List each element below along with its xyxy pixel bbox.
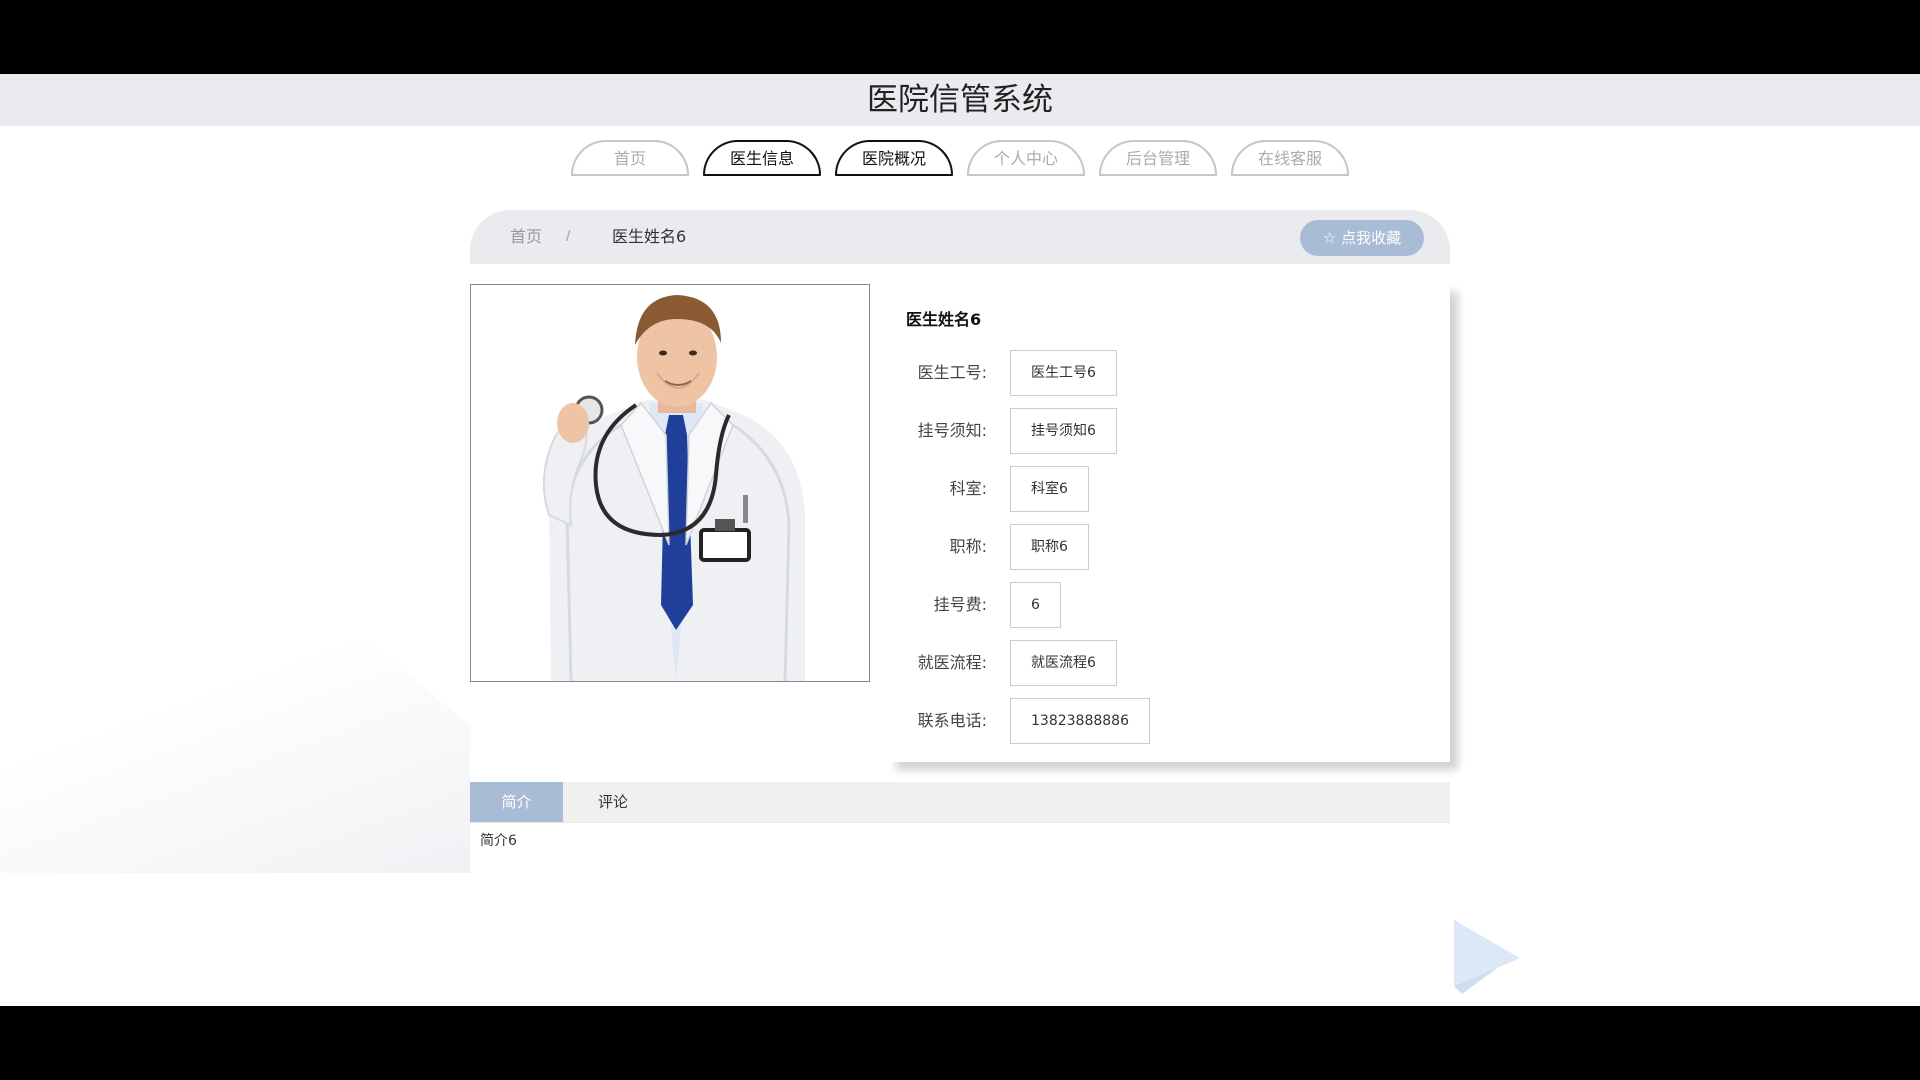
- tab-header: 简介 评论: [470, 782, 1450, 823]
- breadcrumb-current: 医生姓名6: [612, 227, 687, 246]
- nav-item-hospital-overview[interactable]: 医院概况: [835, 140, 953, 176]
- field-label: 挂号须知:: [917, 421, 987, 440]
- doctor-name: 医生姓名6: [906, 310, 982, 329]
- nav-item-personal-center[interactable]: 个人中心: [967, 140, 1085, 176]
- site-title: 医院信管系统: [867, 82, 1053, 118]
- field-row-phone: 联系电话: 13823888886: [888, 698, 1428, 744]
- field-row-doctor-id: 医生工号: 医生工号6: [888, 350, 1428, 396]
- main-nav: 首页 医生信息 医院概况 个人中心 后台管理 在线客服: [0, 140, 1920, 176]
- watermark-logo-icon: [1454, 920, 1520, 994]
- field-row-title: 职称: 职称6: [888, 524, 1428, 570]
- field-row-registration-fee: 挂号费: 6: [888, 582, 1428, 628]
- field-label: 科室:: [949, 479, 987, 498]
- doctor-info-card: 医生姓名6 医生工号: 医生工号6 挂号须知: 挂号须知6 科室: 科室6 职称…: [888, 284, 1450, 762]
- doctor-illustration: [471, 285, 869, 681]
- field-value: 13823888886: [1010, 698, 1150, 744]
- breadcrumb-home[interactable]: 首页: [510, 210, 542, 264]
- page: 医院信管系统 首页 医生信息 医院概况 个人中心 后台管理 在线客服 首页 / …: [0, 74, 1920, 1006]
- field-label: 医生工号:: [917, 363, 987, 382]
- field-row-department: 科室: 科室6: [888, 466, 1428, 512]
- tab-intro[interactable]: 简介: [470, 782, 563, 822]
- field-value: 科室6: [1010, 466, 1089, 512]
- detail-tabs: 简介 评论 简介6: [470, 782, 1450, 862]
- nav-item-home[interactable]: 首页: [571, 140, 689, 176]
- doctor-photo: [470, 284, 870, 682]
- nav-item-doctor-info[interactable]: 医生信息: [703, 140, 821, 176]
- field-label: 就医流程:: [917, 653, 987, 672]
- field-label: 职称:: [949, 537, 987, 556]
- breadcrumb: 首页 / 医生姓名6 ☆ 点我收藏: [470, 210, 1450, 264]
- nav-item-admin[interactable]: 后台管理: [1099, 140, 1217, 176]
- tab-content: 简介6: [480, 833, 517, 849]
- site-header: 医院信管系统: [0, 74, 1920, 126]
- nav-item-online-service[interactable]: 在线客服: [1231, 140, 1349, 176]
- field-row-treatment-process: 就医流程: 就医流程6: [888, 640, 1428, 686]
- field-value: 挂号须知6: [1010, 408, 1117, 454]
- tab-comments[interactable]: 评论: [563, 782, 663, 822]
- field-label: 联系电话:: [917, 711, 987, 730]
- field-label: 挂号费:: [933, 595, 987, 614]
- favorite-button[interactable]: ☆ 点我收藏: [1300, 220, 1424, 256]
- breadcrumb-separator: /: [566, 229, 571, 244]
- background-lower: [0, 873, 1920, 1006]
- field-value: 职称6: [1010, 524, 1089, 570]
- field-value: 医生工号6: [1010, 350, 1117, 396]
- field-value: 6: [1010, 582, 1061, 628]
- field-value: 就医流程6: [1010, 640, 1117, 686]
- field-row-registration-notice: 挂号须知: 挂号须知6: [888, 408, 1428, 454]
